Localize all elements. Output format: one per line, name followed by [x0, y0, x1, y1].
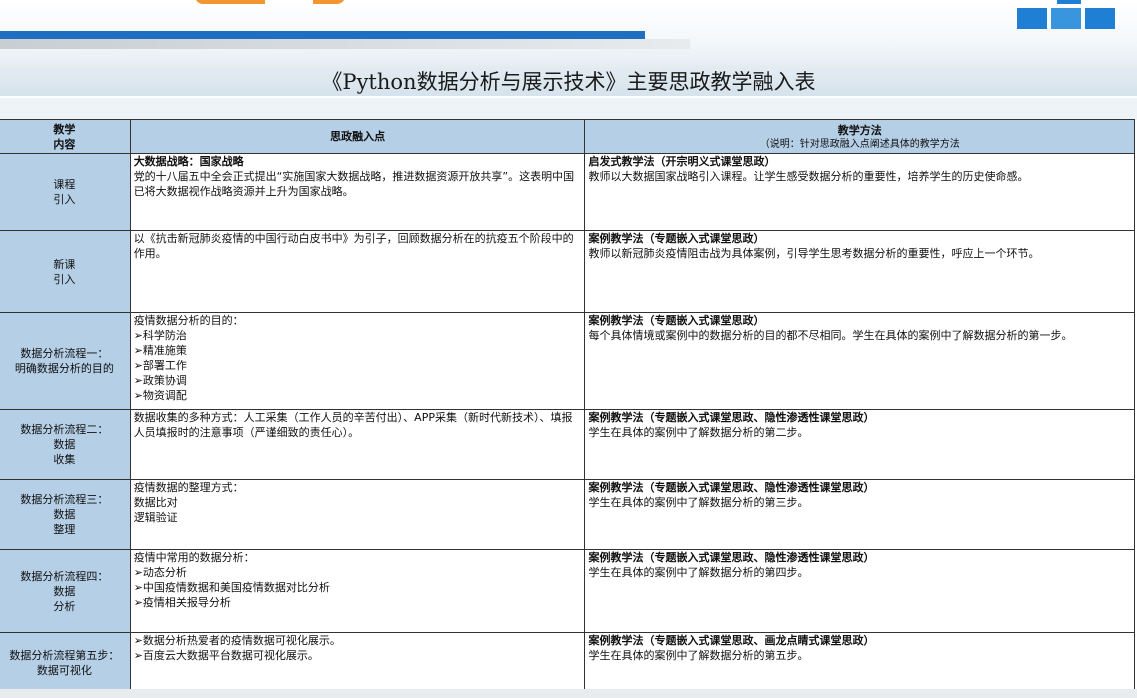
- table-row: 新课 引入 以《抗击新冠肺炎疫情的中国行动白皮书中》为引子，回顾数据分析在的抗疫五个…: [0, 230, 1135, 313]
- row-method-cell: 案例教学法（专题嵌入式课堂思政） 教师以新冠肺炎疫情阻击战为具体案例，引导学生思考…: [584, 230, 1135, 313]
- row-method-cell: 案例教学法（专题嵌入式课堂思政、隐性渗透性课堂思政） 学生在具体的案例中了解数据分…: [584, 409, 1135, 480]
- method-title: 启发式教学法（开宗明义式课堂思政）: [588, 155, 776, 168]
- method-text: 学生在具体的案例中了解数据分析的第四步。: [588, 566, 809, 579]
- table-row: 数据分析流程二： 数据收集 数据收集的多种方式：人工采集（工作人员的辛苦付出）、AP…: [0, 409, 1135, 480]
- point-line: ➢物资调配: [133, 389, 187, 402]
- bottom-strip: [0, 689, 1137, 698]
- content-line: 整理: [53, 523, 76, 536]
- row-content-cell: 数据分析流程四： 数据 分析: [0, 549, 131, 633]
- point-line: 疫情中常用的数据分析：: [133, 551, 255, 564]
- content-line: 数据可视化: [36, 663, 92, 677]
- point-line: 数据收集的多种方式：人工采集（工作人员的辛苦付出）、APP采集（新时代新技术）、…: [133, 411, 573, 439]
- content-line: 数据: [53, 584, 76, 598]
- content-line: 数据分析流程四：: [20, 569, 109, 583]
- point-line: ➢政策协调: [133, 374, 187, 387]
- point-line: 疫情数据分析的目的：: [133, 314, 244, 327]
- content-line: 数据: [53, 438, 76, 451]
- teaching-table: 教学 内容 思政融入点 教学方法 （说明：针对思政融入点阐述具体的教学方法 课程…: [0, 119, 1135, 693]
- content-line: 明确数据分析的目的: [14, 362, 114, 375]
- content-line: 引入: [53, 272, 76, 286]
- point-line: ➢科学防治: [133, 329, 187, 342]
- table-row: 数据分析流程一： 明确数据分析的目的 疫情数据分析的目的： ➢科学防治 ➢精准施策 ➢部署…: [0, 312, 1135, 410]
- method-text: 学生在具体的案例中了解数据分析的第五步。: [588, 649, 809, 662]
- row-point-cell: 以《抗击新冠肺炎疫情的中国行动白皮书中》为引子，回顾数据分析在的抗疫五个阶段中的…: [129, 230, 586, 313]
- point-line: 以《抗击新冠肺炎疫情的中国行动白皮书中》为引子，回顾数据分析在的抗疫五个阶段中的…: [133, 232, 574, 260]
- row-point-cell: 疫情数据的整理方式： 数据比对逻辑验证: [129, 479, 586, 550]
- method-title: 案例教学法（专题嵌入式课堂思政、画龙点睛式课堂思政）: [588, 634, 875, 647]
- header-shadow-bar: [0, 39, 690, 49]
- point-line: 疫情数据的整理方式：: [133, 481, 244, 494]
- point-line: ➢疫情相关报导分析: [133, 596, 231, 609]
- row-point-cell: 大数据战略：国家战略党的十八届五中全会正式提出“实施国家大数据战略，推进数据资源…: [129, 153, 586, 231]
- table-row: 数据分析流程四： 数据 分析 疫情中常用的数据分析： ➢动态分析 ➢中国疫情数据和美国疫情…: [0, 549, 1135, 633]
- content-line: 分析: [53, 599, 76, 613]
- method-title: 案例教学法（专题嵌入式课堂思政、隐性渗透性课堂思政）: [588, 481, 875, 494]
- table-row: 数据分析流程第五步： 数据可视化 ➢数据分析热爱者的疫情数据可视化展示。 ➢百度云大数…: [0, 632, 1135, 693]
- corner-tiles-decoration: [1017, 0, 1137, 32]
- row-content-cell: 数据分析流程一： 明确数据分析的目的: [0, 312, 131, 410]
- content-line: 数据: [53, 508, 76, 521]
- method-text: 学生在具体的案例中了解数据分析的第三步。: [588, 496, 809, 509]
- row-content-cell: 新课 引入: [0, 230, 131, 313]
- row-content-cell: 数据分析流程三： 数据整理: [0, 479, 131, 550]
- content-line: 引入: [53, 193, 76, 206]
- point-line: ➢百度云大数据平台数据可视化展示。: [133, 649, 319, 662]
- point-line: 数据比对: [133, 496, 178, 509]
- slide: 《Python数据分析与展示技术》主要思政教学融入表 教学 内容 思政融入点 教…: [0, 0, 1137, 698]
- content-line: 收集: [53, 453, 76, 466]
- row-point-cell: 疫情中常用的数据分析： ➢动态分析 ➢中国疫情数据和美国疫情数据对比分析 ➢疫情相关报…: [129, 549, 586, 633]
- point-line: ➢精准施策: [133, 344, 187, 357]
- table-row: 课程 引入 大数据战略：国家战略 党的十八届五中全会正式提出“实施国家大数据战略，推进…: [0, 153, 1135, 231]
- method-text: 每个具体情境或案例中的数据分析的目的都不尽相同。学生在具体的案例中了解数据分析的…: [588, 329, 1073, 342]
- method-title: 案例教学法（专题嵌入式课堂思政、隐性渗透性课堂思政）: [588, 551, 875, 564]
- method-title: 案例教学法（专题嵌入式课堂思政）: [588, 314, 765, 327]
- method-text: 学生在具体的案例中了解数据分析的第二步。: [588, 426, 809, 439]
- logo-fragment: [195, 0, 345, 4]
- method-title: 案例教学法（专题嵌入式课堂思政）: [588, 232, 765, 245]
- header-point: 思政融入点: [129, 119, 586, 154]
- content-line: 数据分析流程二：: [20, 423, 109, 436]
- point-line: ➢动态分析: [133, 566, 187, 579]
- row-content-cell: 数据分析流程第五步： 数据可视化: [0, 632, 131, 693]
- table-row: 数据分析流程三： 数据整理 疫情数据的整理方式： 数据比对逻辑验证 案例教学法（专题嵌入…: [0, 479, 1135, 550]
- row-method-cell: 启发式教学法（开宗明义式课堂思政） 教师以大数据国家战略引入课程。让学生感受数据分…: [584, 153, 1135, 231]
- point-line: ➢中国疫情数据和美国疫情数据对比分析: [133, 581, 330, 594]
- row-point-cell: ➢数据分析热爱者的疫情数据可视化展示。 ➢百度云大数据平台数据可视化展示。: [129, 632, 586, 693]
- content-line: 新课: [53, 257, 76, 271]
- row-content-cell: 课程 引入: [0, 153, 131, 231]
- row-point-cell: 疫情数据分析的目的： ➢科学防治 ➢精准施策 ➢部署工作 ➢政策协调 ➢物资调配: [129, 312, 586, 410]
- header-method: 教学方法 （说明：针对思政融入点阐述具体的教学方法: [584, 119, 1135, 154]
- point-line: 党的十八届五中全会正式提出“实施国家大数据战略，推进数据资源开放共享”。这表明中…: [133, 170, 575, 198]
- page-title: 《Python数据分析与展示技术》主要思政教学融入表: [321, 70, 816, 94]
- content-line: 课程: [53, 178, 76, 191]
- row-method-cell: 案例教学法（专题嵌入式课堂思政） 每个具体情境或案例中的数据分析的目的都不尽相同。…: [584, 312, 1135, 410]
- method-title: 案例教学法（专题嵌入式课堂思政、隐性渗透性课堂思政）: [588, 411, 875, 424]
- content-line: 数据分析流程一：: [20, 347, 109, 360]
- row-method-cell: 案例教学法（专题嵌入式课堂思政、隐性渗透性课堂思政） 学生在具体的案例中了解数据分…: [584, 549, 1135, 633]
- row-method-cell: 案例教学法（专题嵌入式课堂思政、画龙点睛式课堂思政） 学生在具体的案例中了解数据分…: [584, 632, 1135, 693]
- point-line: ➢部署工作: [133, 359, 187, 372]
- header-accent-bar: [0, 31, 645, 39]
- method-text: 教师以大数据国家战略引入课程。让学生感受数据分析的重要性，培养学生的历史使命感。: [588, 170, 1029, 183]
- sub-band: [0, 98, 1137, 120]
- row-point-cell: 数据收集的多种方式：人工采集（工作人员的辛苦付出）、APP采集（新时代新技术）、…: [129, 409, 586, 480]
- point-title: 大数据战略：国家战略: [133, 155, 244, 168]
- method-text: 教师以新冠肺炎疫情阻击战为具体案例，引导学生思考数据分析的重要性，呼应上一个环节…: [588, 247, 1040, 260]
- table-header-row: 教学 内容 思政融入点 教学方法 （说明：针对思政融入点阐述具体的教学方法: [0, 119, 1135, 154]
- row-content-cell: 数据分析流程二： 数据收集: [0, 409, 131, 480]
- row-method-cell: 案例教学法（专题嵌入式课堂思政、隐性渗透性课堂思政） 学生在具体的案例中了解数据分…: [584, 479, 1135, 550]
- content-line: 数据分析流程第五步：: [9, 648, 120, 662]
- point-line: 逻辑验证: [133, 511, 178, 524]
- header-content: 教学 内容: [0, 119, 131, 154]
- point-line: ➢数据分析热爱者的疫情数据可视化展示。: [133, 634, 341, 647]
- content-line: 数据分析流程三：: [20, 493, 109, 506]
